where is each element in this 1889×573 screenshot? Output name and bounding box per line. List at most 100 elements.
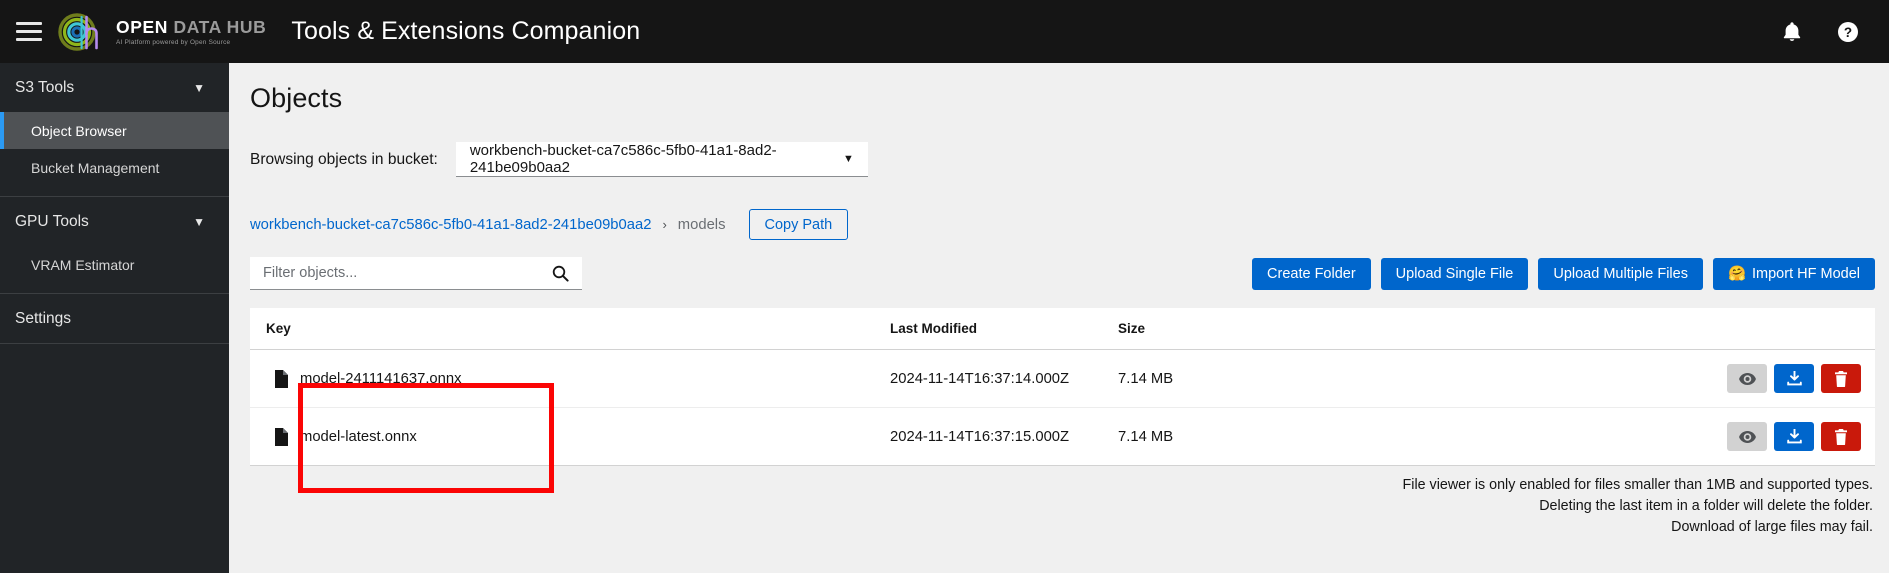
breadcrumb-current: models: [677, 216, 726, 233]
sidebar-section-gpu-tools[interactable]: GPU Tools ▼: [0, 197, 229, 246]
nav-group-s3-tools: S3 Tools ▼ Object Browser Bucket Managem…: [0, 63, 229, 197]
delete-icon-button[interactable]: [1821, 422, 1861, 451]
cell-key: model-2411141637.onnx: [250, 349, 890, 408]
objects-table-body: model-2411141637.onnx 2024-11-14T16:37:1…: [250, 349, 1875, 466]
object-key-cell: model-latest.onnx: [274, 427, 890, 446]
cell-size: 7.14 MB: [1118, 407, 1318, 466]
footnote-file-viewer: File viewer is only enabled for files sm…: [1402, 477, 1873, 493]
sidebar: S3 Tools ▼ Object Browser Bucket Managem…: [0, 63, 229, 573]
logo-wordmark: OPEN DATA HUB AI Platform powered by Ope…: [116, 17, 266, 47]
upload-multiple-files-button[interactable]: Upload Multiple Files: [1538, 257, 1703, 290]
object-key-text: model-latest.onnx: [300, 428, 417, 445]
brand-logo[interactable]: OPEN DATA HUB AI Platform powered by Ope…: [58, 10, 266, 54]
delete-icon-button[interactable]: [1821, 364, 1861, 393]
logo-datahub-text: DATA HUB: [173, 16, 267, 37]
upload-single-file-button[interactable]: Upload Single File: [1380, 257, 1529, 290]
app-root: OPEN DATA HUB AI Platform powered by Ope…: [0, 0, 1889, 573]
action-button-group: Create Folder Upload Single File Upload …: [1252, 257, 1875, 290]
sidebar-item-label: VRAM Estimator: [31, 256, 135, 273]
objects-table-head: Key Last Modified Size: [250, 308, 1875, 350]
object-key-cell: model-2411141637.onnx: [274, 369, 890, 388]
help-circle-icon[interactable]: ?: [1835, 19, 1861, 45]
bucket-select[interactable]: workbench-bucket-ca7c586c-5fb0-41a1-8ad2…: [455, 142, 868, 177]
cell-last-modified: 2024-11-14T16:37:14.000Z: [890, 349, 1118, 408]
toolbar: Filter objects... Create Folder Upload S…: [229, 240, 1889, 290]
filter-placeholder: Filter objects...: [263, 265, 358, 281]
file-icon: [275, 369, 288, 388]
create-folder-button[interactable]: Create Folder: [1252, 257, 1371, 290]
bucket-selector-row: Browsing objects in bucket: workbench-bu…: [229, 114, 1889, 177]
file-icon: [275, 427, 288, 446]
hamburger-bar: [16, 30, 42, 33]
eye-icon: [1738, 430, 1756, 443]
bucket-selector-label: Browsing objects in bucket:: [250, 150, 438, 168]
bucket-select-value: workbench-bucket-ca7c586c-5fb0-41a1-8ad2…: [469, 142, 777, 176]
import-hf-model-button[interactable]: 🤗 Import HF Model: [1712, 257, 1875, 290]
sidebar-section-label: S3 Tools: [15, 78, 75, 96]
sidebar-section-s3-tools[interactable]: S3 Tools ▼: [0, 63, 229, 112]
hamburger-bar: [16, 38, 42, 41]
cell-size: 7.14 MB: [1118, 349, 1318, 408]
table-header-row: Key Last Modified Size: [250, 308, 1875, 350]
nav-group-settings: Settings: [0, 294, 229, 344]
eye-icon: [1738, 372, 1756, 385]
main-content: Objects Browsing objects in bucket: work…: [229, 63, 1889, 573]
footnotes: File viewer is only enabled for files sm…: [229, 466, 1889, 538]
sidebar-item-label: Bucket Management: [31, 159, 160, 176]
open-data-hub-logo-icon: [58, 12, 98, 51]
column-header-size: Size: [1118, 308, 1318, 350]
hugging-face-icon: 🤗: [1727, 266, 1747, 282]
download-icon-button[interactable]: [1774, 422, 1814, 451]
sidebar-section-label: GPU Tools: [15, 212, 89, 230]
sidebar-item-label: Object Browser: [31, 122, 127, 139]
logo-tagline: AI Platform powered by Open Source: [116, 39, 231, 47]
import-hf-model-label: Import HF Model: [1752, 265, 1860, 282]
cell-key: model-latest.onnx: [250, 407, 890, 466]
column-header-last-modified: Last Modified: [890, 308, 1118, 350]
sidebar-item-vram-estimator[interactable]: VRAM Estimator: [0, 246, 229, 283]
breadcrumb-root-link[interactable]: workbench-bucket-ca7c586c-5fb0-41a1-8ad2…: [250, 217, 651, 233]
copy-path-button[interactable]: Copy Path: [748, 209, 849, 240]
sidebar-item-bucket-management[interactable]: Bucket Management: [0, 149, 229, 186]
masthead-actions: ?: [1779, 19, 1861, 45]
object-key-text: model-2411141637.onnx: [300, 370, 462, 387]
breadcrumb: workbench-bucket-ca7c586c-5fb0-41a1-8ad2…: [229, 177, 1889, 240]
nav-group-spacer: [0, 283, 229, 293]
masthead: OPEN DATA HUB AI Platform powered by Ope…: [0, 0, 1889, 63]
download-icon: [1786, 371, 1802, 386]
page-title: Objects: [250, 83, 343, 113]
table-row[interactable]: model-latest.onnx 2024-11-14T16:37:15.00…: [250, 407, 1875, 466]
cell-actions: [1318, 407, 1875, 466]
trash-icon: [1835, 428, 1847, 445]
column-header-actions: [1318, 308, 1875, 350]
objects-table: Key Last Modified Size model-2411141637.…: [250, 308, 1875, 466]
filter-objects-input[interactable]: Filter objects...: [250, 257, 582, 290]
chevron-down-icon[interactable]: ▼: [193, 82, 205, 94]
column-header-key: Key: [250, 308, 890, 350]
sidebar-item-settings[interactable]: Settings: [0, 294, 229, 343]
table-row[interactable]: model-2411141637.onnx 2024-11-14T16:37:1…: [250, 349, 1875, 408]
trash-icon: [1835, 370, 1847, 387]
body-split: S3 Tools ▼ Object Browser Bucket Managem…: [0, 63, 1889, 573]
nav-group-spacer: [0, 186, 229, 196]
sidebar-item-label: Settings: [15, 309, 72, 327]
view-icon-button[interactable]: [1727, 422, 1767, 451]
app-title: Tools & Extensions Companion: [291, 17, 641, 45]
logo-open-text: OPEN: [116, 16, 168, 37]
download-icon: [1786, 429, 1802, 444]
download-icon-button[interactable]: [1774, 364, 1814, 393]
sidebar-item-object-browser[interactable]: Object Browser: [0, 112, 229, 149]
svg-text:?: ?: [1844, 25, 1852, 40]
breadcrumb-separator-icon: ›: [662, 217, 667, 232]
view-icon-button[interactable]: [1727, 364, 1767, 393]
chevron-down-icon[interactable]: ▼: [193, 216, 205, 228]
objects-table-wrapper: Key Last Modified Size model-2411141637.…: [250, 308, 1875, 466]
row-actions: [1318, 364, 1875, 393]
hamburger-icon[interactable]: [0, 0, 58, 63]
cell-actions: [1318, 349, 1875, 408]
footnote-delete-folder: Deleting the last item in a folder will …: [1539, 497, 1873, 514]
row-actions: [1318, 422, 1875, 451]
hamburger-bar: [16, 22, 42, 25]
chevron-down-icon: ▼: [842, 153, 854, 165]
bell-icon[interactable]: [1779, 19, 1805, 45]
